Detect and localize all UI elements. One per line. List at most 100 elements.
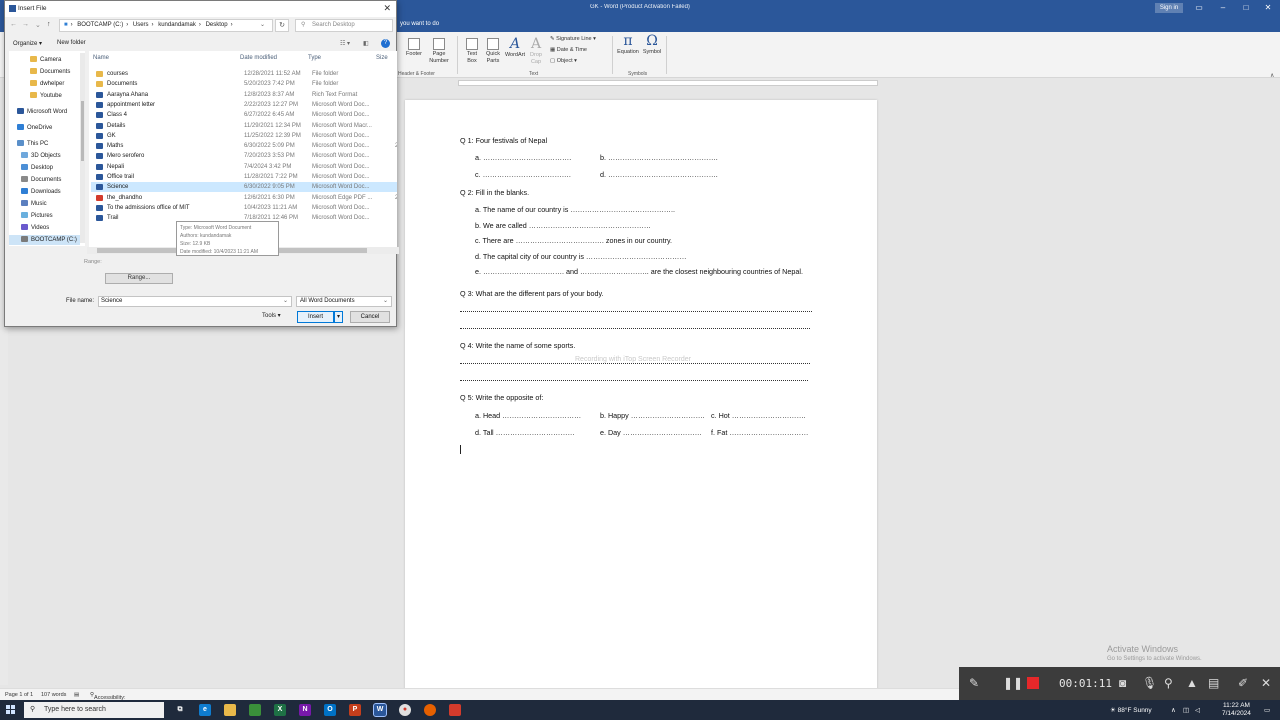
nav-item[interactable]: Documents	[9, 67, 80, 77]
cancel-button[interactable]: Cancel	[350, 311, 390, 323]
back-arrow-icon[interactable]: ←	[10, 21, 17, 28]
document-page[interactable]: Q 1: Four festivals of Nepal a. ………………………	[405, 100, 877, 690]
nav-item[interactable]: Videos	[9, 223, 80, 233]
search-input[interactable]: ⚲ Search Desktop	[295, 19, 393, 32]
pen-icon[interactable]: ✎	[969, 676, 979, 690]
windows-start-icon[interactable]	[6, 705, 16, 715]
file-explorer-icon[interactable]	[224, 704, 236, 716]
new-folder-button[interactable]: New folder	[57, 40, 86, 46]
refresh-icon[interactable]: ↻	[275, 19, 289, 32]
date-time-button[interactable]: ▦ Date & Time	[550, 47, 587, 53]
clock[interactable]: 11:22 AM 7/14/2024	[1222, 702, 1251, 718]
quick-parts-button[interactable]: Quick Parts	[483, 38, 503, 65]
file-row[interactable]: Office trail 11/28/2021 7:22 PM Microsoft …	[91, 172, 397, 182]
sign-in-button[interactable]: Sign in	[1155, 3, 1183, 13]
column-name[interactable]: Name	[93, 55, 109, 61]
file-name-field[interactable]: Science ⌄	[98, 296, 292, 307]
chevron-down-icon[interactable]: ⌄	[283, 297, 288, 306]
camera-icon[interactable]: ◙	[1119, 676, 1126, 690]
nav-item[interactable]: Documents	[9, 175, 80, 185]
edit-icon[interactable]: ✐	[1238, 676, 1248, 690]
nav-item[interactable]: 3D Objects	[9, 151, 80, 161]
breadcrumb-item[interactable]: Desktop	[206, 22, 228, 28]
file-row[interactable]: Aarayna Ahana 12/8/2023 8:37 AM Rich Text …	[91, 90, 397, 100]
symbol-button[interactable]: Ω Symbol	[641, 34, 663, 56]
pause-icon[interactable]: ❚❚	[1003, 676, 1023, 690]
maximize-icon[interactable]: □	[1241, 3, 1251, 13]
nav-item[interactable]: Youtube	[9, 91, 80, 101]
column-date-modified[interactable]: Date modified	[240, 55, 277, 61]
minimize-icon[interactable]: –	[1218, 3, 1228, 13]
file-row[interactable]: To the admissions office of MIT 10/4/2023…	[91, 203, 397, 213]
taskbar-search[interactable]: ⚲ Type here to search	[24, 702, 164, 718]
nav-item[interactable]: Desktop	[9, 163, 80, 173]
file-row[interactable]: Nepali 7/4/2024 3:42 PM Microsoft Word Doc…	[91, 162, 397, 172]
screenshot-icon[interactable]: ▤	[1208, 676, 1219, 690]
close-icon[interactable]: ✕	[383, 3, 391, 14]
close-recorder-icon[interactable]: ✕	[1261, 676, 1271, 690]
zoom-icon[interactable]: ⚲	[1164, 676, 1173, 690]
file-row[interactable]: GK 11/25/2022 12:39 PM Microsoft Word Doc.…	[91, 131, 397, 141]
nav-scrollbar[interactable]	[80, 53, 85, 243]
firefox-icon[interactable]	[424, 704, 436, 716]
outlook-icon[interactable]: O	[324, 704, 336, 716]
nav-item[interactable]: Downloads	[9, 187, 80, 197]
breadcrumb-item[interactable]: kundandamak	[158, 22, 196, 28]
nav-item[interactable]: BOOTCAMP (C:)	[9, 235, 80, 245]
file-row[interactable]: Science 6/30/2022 9:05 PM Microsoft Word D…	[91, 182, 397, 193]
column-type[interactable]: Type	[308, 55, 321, 61]
organize-button[interactable]: Organize ▾	[13, 40, 42, 47]
tray-chevron-icon[interactable]: ∧	[1171, 706, 1176, 714]
tell-me-box[interactable]: you want to do	[400, 21, 439, 27]
onenote-icon[interactable]: N	[299, 704, 311, 716]
chrome-icon[interactable]: ●	[399, 704, 411, 716]
help-icon[interactable]: ?	[381, 39, 390, 48]
file-row[interactable]: Mero serofero 7/20/2023 3:53 PM Microsoft …	[91, 151, 397, 161]
word-count[interactable]: 107 words	[41, 692, 66, 698]
tools-button[interactable]: Tools ▾	[262, 312, 281, 319]
insert-button[interactable]: Insert	[297, 311, 334, 323]
excel-icon[interactable]: X	[274, 704, 286, 716]
file-row[interactable]: appointment letter 2/22/2023 12:27 PM Micr…	[91, 100, 397, 110]
page-number-button[interactable]: Page Number	[426, 38, 452, 65]
nav-item[interactable]: OneDrive	[9, 123, 80, 133]
proofing-icon[interactable]: ▤	[74, 692, 79, 698]
network-icon[interactable]: ◫	[1183, 706, 1189, 714]
wordart-button[interactable]: A WordArt	[503, 37, 527, 59]
signature-line-button[interactable]: ✎ Signature Line ▾	[550, 36, 596, 42]
drop-cap-button[interactable]: A Drop Cap	[528, 37, 544, 66]
file-row[interactable]: courses 12/28/2021 11:52 AM File folder	[91, 69, 397, 79]
nav-item[interactable]: dwhelper	[9, 79, 80, 89]
task-view-icon[interactable]: ⧉	[174, 704, 186, 716]
file-row[interactable]: the_dhandho 12/6/2021 6:30 PM Microsoft Ed…	[91, 193, 397, 203]
stop-icon[interactable]	[1027, 677, 1039, 689]
nav-item[interactable]: Microsoft Word	[9, 107, 80, 117]
notifications-icon[interactable]: ▭	[1264, 706, 1270, 714]
file-row[interactable]: Class 4 6/27/2022 6:45 AM Microsoft Word D…	[91, 110, 397, 120]
address-dropdown-icon[interactable]: ⌄	[260, 20, 265, 31]
page-count[interactable]: Page 1 of 1	[5, 692, 33, 698]
footer-button[interactable]: Footer	[404, 38, 424, 58]
range-button[interactable]: Range...	[105, 273, 173, 284]
mic-icon[interactable]: 🎙	[1142, 676, 1157, 690]
forward-arrow-icon[interactable]: →	[22, 21, 29, 28]
volume-icon[interactable]: ◁	[1195, 706, 1200, 714]
view-options-icon[interactable]: ☷ ▾	[340, 40, 350, 47]
file-row[interactable]: Details 11/29/2021 12:34 PM Microsoft Word…	[91, 121, 397, 131]
close-icon[interactable]: ✕	[1263, 3, 1273, 13]
equation-button[interactable]: π Equation	[615, 34, 641, 56]
powerpoint-icon[interactable]: P	[349, 704, 361, 716]
text-box-button[interactable]: Text Box	[463, 38, 481, 65]
nav-item[interactable]: Pictures	[9, 211, 80, 221]
breadcrumb-item[interactable]: BOOTCAMP (C:)	[77, 22, 123, 28]
breadcrumb-item[interactable]: Users	[133, 22, 149, 28]
file-row[interactable]: Maths 6/30/2022 5:09 PM Microsoft Word Doc…	[91, 141, 397, 151]
recorder-app-icon[interactable]	[449, 704, 461, 716]
insert-split-dropdown[interactable]: ▾	[334, 311, 343, 323]
object-button[interactable]: ▢ Object ▾	[550, 58, 577, 64]
nav-item[interactable]: This PC	[9, 139, 80, 149]
weather-widget[interactable]: ☀ 88°F Sunny	[1110, 706, 1152, 714]
nav-item[interactable]: Camera	[9, 55, 80, 65]
nav-item[interactable]: Music	[9, 199, 80, 209]
recent-chevron-icon[interactable]: ⌄	[35, 21, 41, 29]
